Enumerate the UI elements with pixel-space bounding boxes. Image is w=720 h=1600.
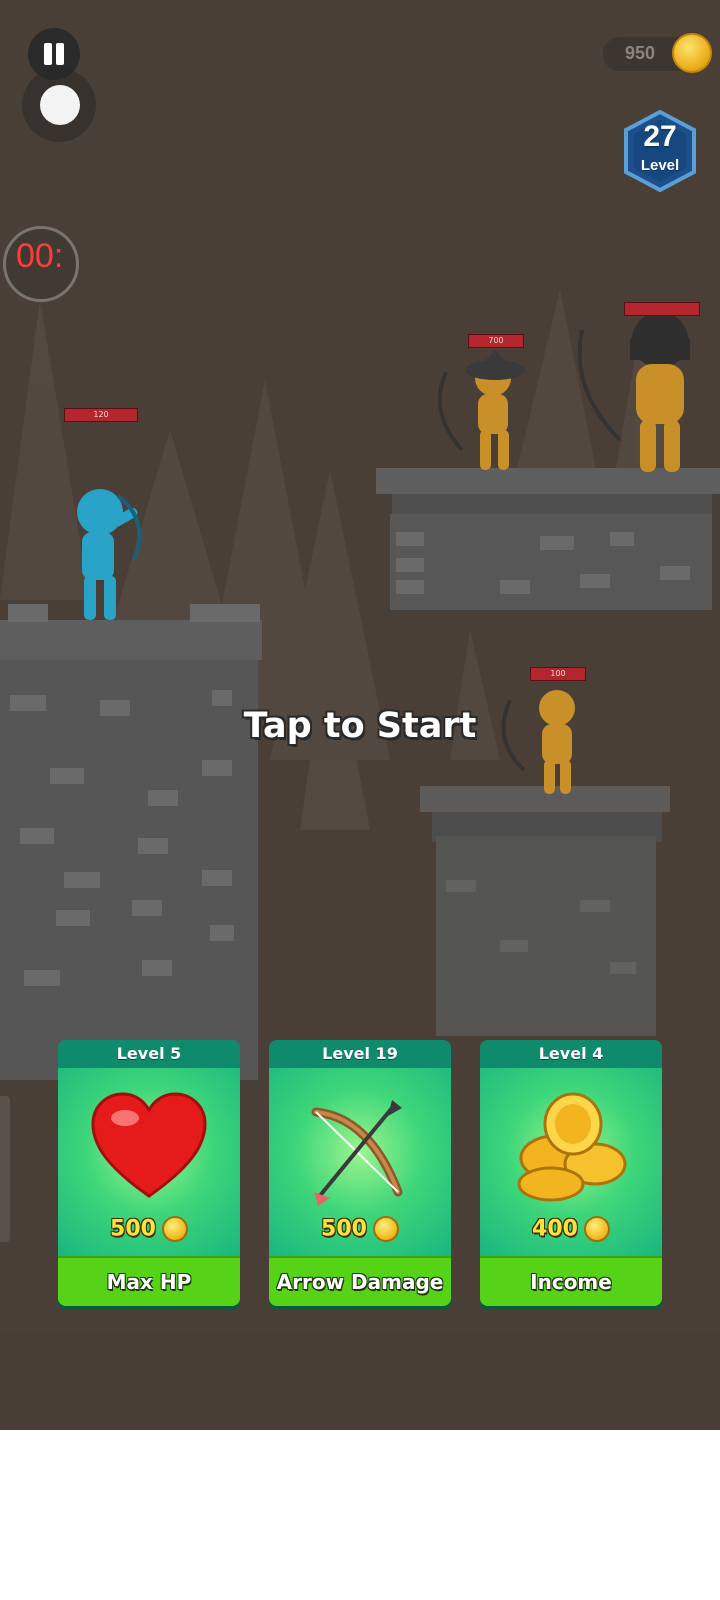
upgrade-card-income[interactable]: Level 4 400 Income — [480, 1040, 662, 1306]
price-value: 500 — [321, 1216, 367, 1242]
coin-icon — [161, 1216, 188, 1242]
coin-count: 950 — [625, 43, 656, 63]
player-hp-bar: 120 — [64, 408, 138, 422]
coin-icon — [672, 33, 712, 73]
upgrade-level: Level 19 — [269, 1040, 451, 1068]
heart-icon — [91, 1092, 207, 1198]
price-value: 500 — [110, 1216, 156, 1242]
player-tower — [0, 604, 262, 1080]
level-number: 27 — [643, 120, 677, 153]
timer-text: 00: — [16, 237, 64, 275]
enemy-tower-lower — [420, 786, 670, 1036]
upgrade-card-max-hp[interactable]: Level 5 500 Max HP — [58, 1040, 240, 1306]
enemy-hp-bar: 700 — [468, 334, 524, 348]
record-dot-icon — [40, 85, 80, 125]
player-hp-text: 120 — [93, 410, 109, 419]
coin-icon — [583, 1216, 610, 1242]
record-button[interactable] — [22, 68, 96, 142]
enemy-archer-hat — [437, 350, 525, 470]
timer: 00: — [3, 226, 79, 302]
upgrade-price: 400 — [480, 1216, 662, 1242]
upgrade-button-arrow-damage[interactable]: Arrow Damage — [269, 1256, 451, 1306]
bow-arrow-icon — [311, 1100, 403, 1206]
side-drawer-handle[interactable] — [0, 1096, 10, 1242]
tap-to-start-prompt[interactable]: Tap to Start — [0, 706, 720, 746]
upgrade-price: 500 — [58, 1216, 240, 1242]
gold-coins-icon — [517, 1092, 627, 1202]
upgrade-button-income[interactable]: Income — [480, 1256, 662, 1306]
enemy-hp-text: 700 — [488, 336, 504, 345]
price-value: 400 — [532, 1216, 578, 1242]
upgrade-price: 500 — [269, 1216, 451, 1242]
level-label: Level — [640, 157, 680, 174]
level-badge: 27 Level — [622, 110, 698, 192]
upgrade-card-arrow-damage[interactable]: Level 19 500 Arrow Damage — [269, 1040, 451, 1306]
upgrade-button-max-hp[interactable]: Max HP — [58, 1256, 240, 1306]
enemy-tower-upper — [376, 468, 720, 610]
coin-icon — [372, 1216, 399, 1242]
enemy-hp-bar — [624, 302, 700, 316]
upgrade-level: Level 4 — [480, 1040, 662, 1068]
game-screen[interactable]: 120 700 100 00: 950 27 Level Tap to Star… — [0, 0, 720, 1430]
upgrade-level: Level 5 — [58, 1040, 240, 1068]
enemy-hp-text: 100 — [550, 669, 566, 678]
enemy-hp-bar: 100 — [530, 667, 586, 681]
